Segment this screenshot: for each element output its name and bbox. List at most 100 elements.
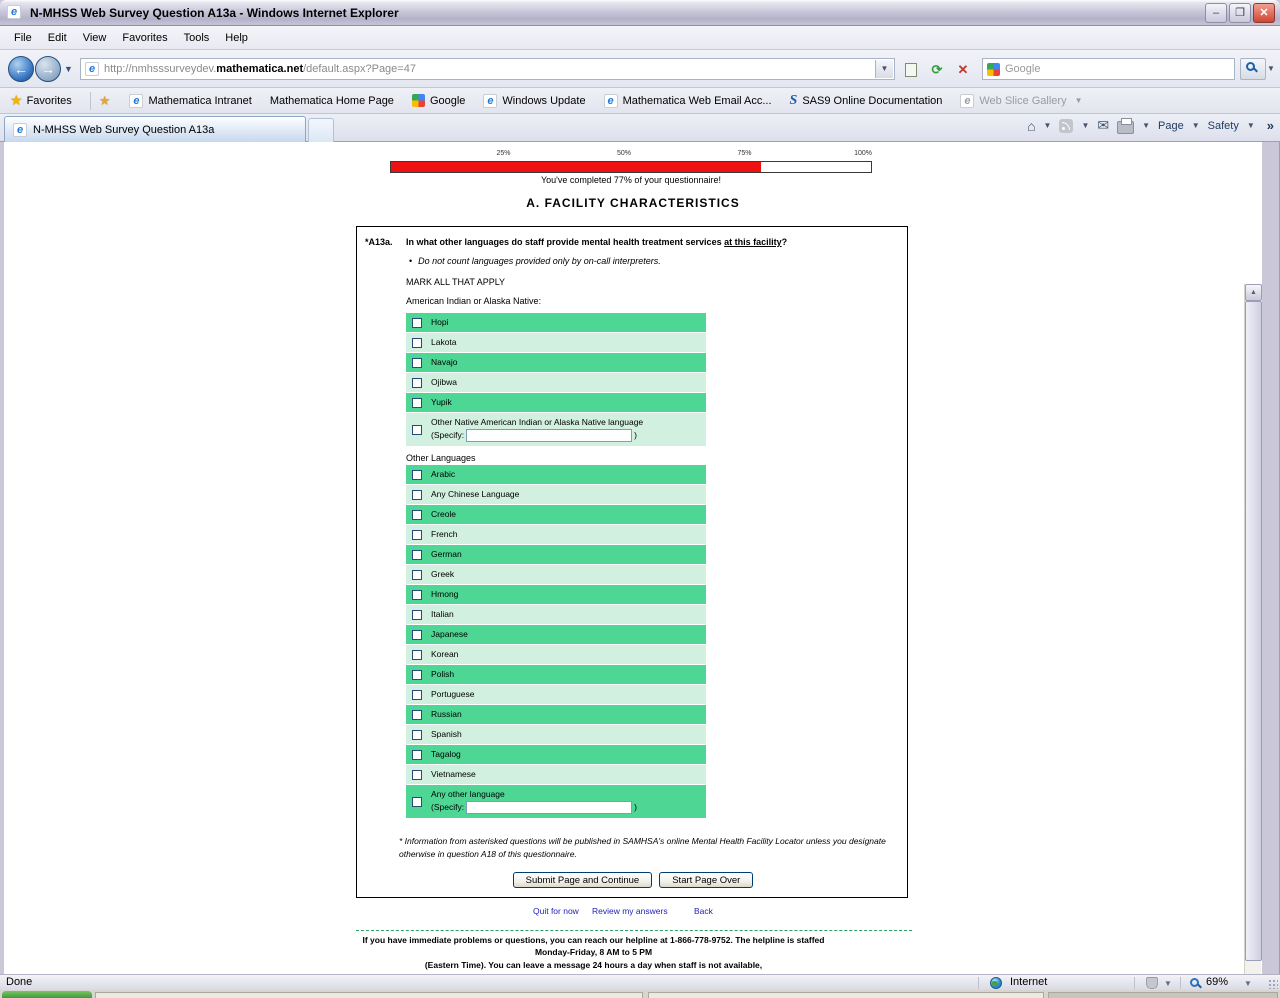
page-menu[interactable]: Page bbox=[1158, 120, 1184, 132]
favorites-star-icon[interactable]: ★ bbox=[10, 92, 23, 109]
checkbox[interactable] bbox=[412, 550, 422, 560]
favorites-label[interactable]: Favorites bbox=[27, 95, 72, 107]
page-dropdown-icon[interactable]: ▼ bbox=[1192, 121, 1200, 130]
protected-mode-icon[interactable] bbox=[1146, 977, 1158, 989]
forward-button[interactable]: → bbox=[35, 56, 61, 82]
search-input[interactable] bbox=[1005, 63, 1230, 75]
checkbox-row-hmong[interactable]: Hmong bbox=[406, 585, 706, 604]
stop-button[interactable]: ✕ bbox=[951, 58, 975, 80]
zoom-dropdown-icon[interactable]: ▼ bbox=[1244, 979, 1252, 988]
checkbox[interactable] bbox=[412, 530, 422, 540]
checkbox[interactable] bbox=[412, 378, 422, 388]
search-options-icon[interactable]: ▼ bbox=[1267, 64, 1275, 73]
checkbox[interactable] bbox=[412, 690, 422, 700]
checkbox[interactable] bbox=[412, 398, 422, 408]
checkbox[interactable] bbox=[412, 797, 422, 807]
review-link[interactable]: Review my answers bbox=[592, 906, 668, 916]
vertical-scrollbar[interactable]: ▲ ▼ bbox=[1244, 284, 1261, 974]
checkbox[interactable] bbox=[412, 710, 422, 720]
favorite-windows-update[interactable]: eWindows Update bbox=[474, 91, 594, 111]
checkbox[interactable] bbox=[412, 570, 422, 580]
checkbox-row-greek[interactable]: Greek bbox=[406, 565, 706, 584]
print-icon[interactable] bbox=[1117, 121, 1134, 134]
menu-favorites[interactable]: Favorites bbox=[114, 29, 175, 47]
checkbox[interactable] bbox=[412, 770, 422, 780]
specify-input[interactable] bbox=[466, 429, 632, 442]
checkbox[interactable] bbox=[412, 630, 422, 640]
taskbar-item[interactable] bbox=[95, 992, 643, 998]
read-mail-icon[interactable]: ✉ bbox=[1097, 117, 1109, 134]
checkbox[interactable] bbox=[412, 490, 422, 500]
checkbox[interactable] bbox=[412, 358, 422, 368]
checkbox[interactable] bbox=[412, 730, 422, 740]
checkbox-row-russian[interactable]: Russian bbox=[406, 705, 706, 724]
checkbox-row-ojibwa[interactable]: Ojibwa bbox=[406, 373, 706, 392]
favorite-mathematica-home-page[interactable]: Mathematica Home Page bbox=[261, 92, 403, 110]
compatibility-view-button[interactable] bbox=[899, 58, 923, 80]
menu-view[interactable]: View bbox=[75, 29, 115, 47]
scroll-up-icon[interactable]: ▲ bbox=[1245, 284, 1262, 301]
menu-file[interactable]: File bbox=[6, 29, 40, 47]
checkbox-row-german[interactable]: German bbox=[406, 545, 706, 564]
safety-menu[interactable]: Safety bbox=[1208, 120, 1239, 132]
checkbox-row-hopi[interactable]: Hopi bbox=[406, 313, 706, 332]
checkbox[interactable] bbox=[412, 318, 422, 328]
resize-grip[interactable] bbox=[1268, 979, 1278, 989]
refresh-button[interactable]: ⟳ bbox=[925, 58, 949, 80]
checkbox[interactable] bbox=[412, 650, 422, 660]
address-bar[interactable]: e http://nmhsssurveydev.mathematica.net/… bbox=[80, 58, 895, 80]
zoom-icon[interactable] bbox=[1190, 977, 1199, 987]
add-favorite-icon[interactable]: ★ bbox=[99, 93, 111, 109]
address-dropdown-icon[interactable]: ▼ bbox=[875, 60, 893, 78]
search-button[interactable] bbox=[1240, 58, 1266, 80]
checkbox-row-creole[interactable]: Creole bbox=[406, 505, 706, 524]
tab-survey[interactable]: e N-MHSS Web Survey Question A13a bbox=[4, 116, 306, 142]
start-over-button[interactable]: Start Page Over bbox=[659, 872, 753, 888]
menu-tools[interactable]: Tools bbox=[176, 29, 218, 47]
checkbox[interactable] bbox=[412, 470, 422, 480]
checkbox-row-italian[interactable]: Italian bbox=[406, 605, 706, 624]
checkbox[interactable] bbox=[412, 670, 422, 680]
specify-input[interactable] bbox=[466, 801, 632, 814]
checkbox-row-navajo[interactable]: Navajo bbox=[406, 353, 706, 372]
search-box[interactable] bbox=[982, 58, 1235, 80]
checkbox-row-any-other-language[interactable]: Any other language(Specify:) bbox=[406, 785, 706, 818]
checkbox-row-korean[interactable]: Korean bbox=[406, 645, 706, 664]
protected-mode-dropdown-icon[interactable]: ▼ bbox=[1164, 979, 1172, 988]
taskbar-item[interactable] bbox=[648, 992, 1044, 998]
favorite-mathematica-web-email-acc[interactable]: eMathematica Web Email Acc... bbox=[595, 91, 781, 111]
title-bar[interactable]: e N-MHSS Web Survey Question A13a - Wind… bbox=[0, 0, 1280, 26]
checkbox[interactable] bbox=[412, 750, 422, 760]
print-dropdown-icon[interactable]: ▼ bbox=[1142, 121, 1150, 130]
checkbox-row-japanese[interactable]: Japanese bbox=[406, 625, 706, 644]
checkbox[interactable] bbox=[412, 590, 422, 600]
favorite-sas9-online-documentation[interactable]: SSAS9 Online Documentation bbox=[781, 90, 952, 112]
menu-edit[interactable]: Edit bbox=[40, 29, 75, 47]
home-dropdown-icon[interactable]: ▼ bbox=[1044, 121, 1052, 130]
checkbox-row-portuguese[interactable]: Portuguese bbox=[406, 685, 706, 704]
history-dropdown-icon[interactable]: ▼ bbox=[64, 64, 73, 74]
feeds-icon[interactable] bbox=[1059, 119, 1073, 133]
close-button[interactable]: ✕ bbox=[1253, 3, 1275, 23]
scrollbar-thumb[interactable] bbox=[1245, 301, 1262, 961]
checkbox[interactable] bbox=[412, 338, 422, 348]
back-button[interactable]: ← bbox=[8, 56, 34, 82]
home-icon[interactable]: ⌂ bbox=[1027, 118, 1035, 134]
more-commands-icon[interactable]: » bbox=[1267, 118, 1274, 133]
checkbox-row-french[interactable]: French bbox=[406, 525, 706, 544]
start-button-edge[interactable] bbox=[2, 991, 92, 998]
minimize-button[interactable]: – bbox=[1205, 3, 1227, 23]
back-link[interactable]: Back bbox=[694, 906, 713, 916]
checkbox-row-any-chinese-language[interactable]: Any Chinese Language bbox=[406, 485, 706, 504]
checkbox-row-other-native-american-indian-or-alaska-native-language[interactable]: Other Native American Indian or Alaska N… bbox=[406, 413, 706, 446]
restore-button[interactable]: ❐ bbox=[1229, 3, 1251, 23]
checkbox-row-tagalog[interactable]: Tagalog bbox=[406, 745, 706, 764]
checkbox-row-yupik[interactable]: Yupik bbox=[406, 393, 706, 412]
checkbox[interactable] bbox=[412, 425, 422, 435]
checkbox-row-polish[interactable]: Polish bbox=[406, 665, 706, 684]
taskbar-item[interactable] bbox=[1048, 992, 1278, 998]
menu-help[interactable]: Help bbox=[217, 29, 256, 47]
checkbox[interactable] bbox=[412, 510, 422, 520]
favorite-google[interactable]: Google bbox=[403, 91, 474, 110]
checkbox-row-lakota[interactable]: Lakota bbox=[406, 333, 706, 352]
